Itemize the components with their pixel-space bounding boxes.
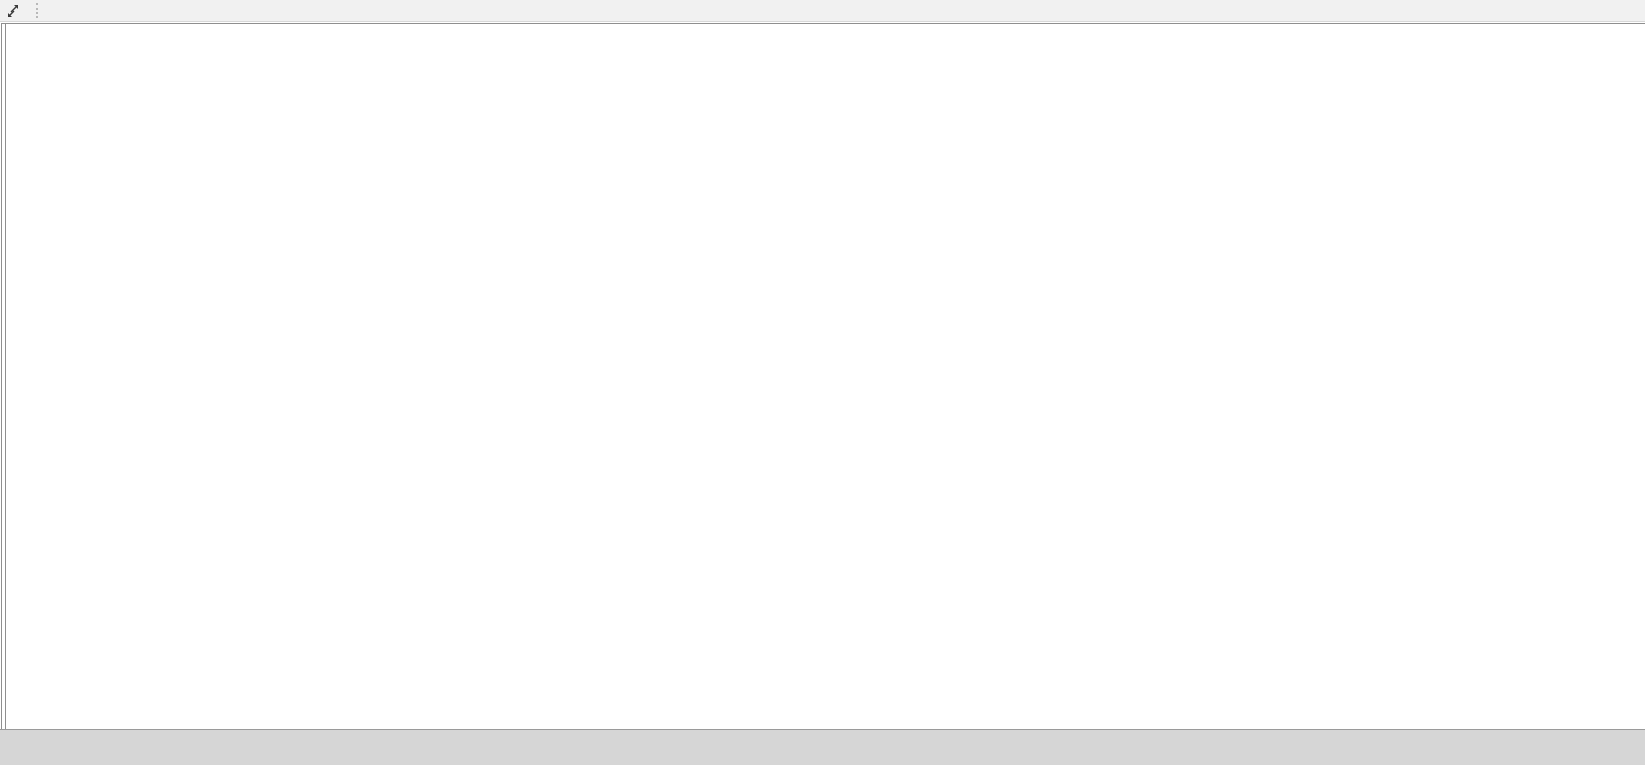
price-chart-canvas[interactable] [0, 0, 1645, 765]
chart-window [0, 0, 1645, 765]
chart-tab-bar [0, 729, 1645, 765]
